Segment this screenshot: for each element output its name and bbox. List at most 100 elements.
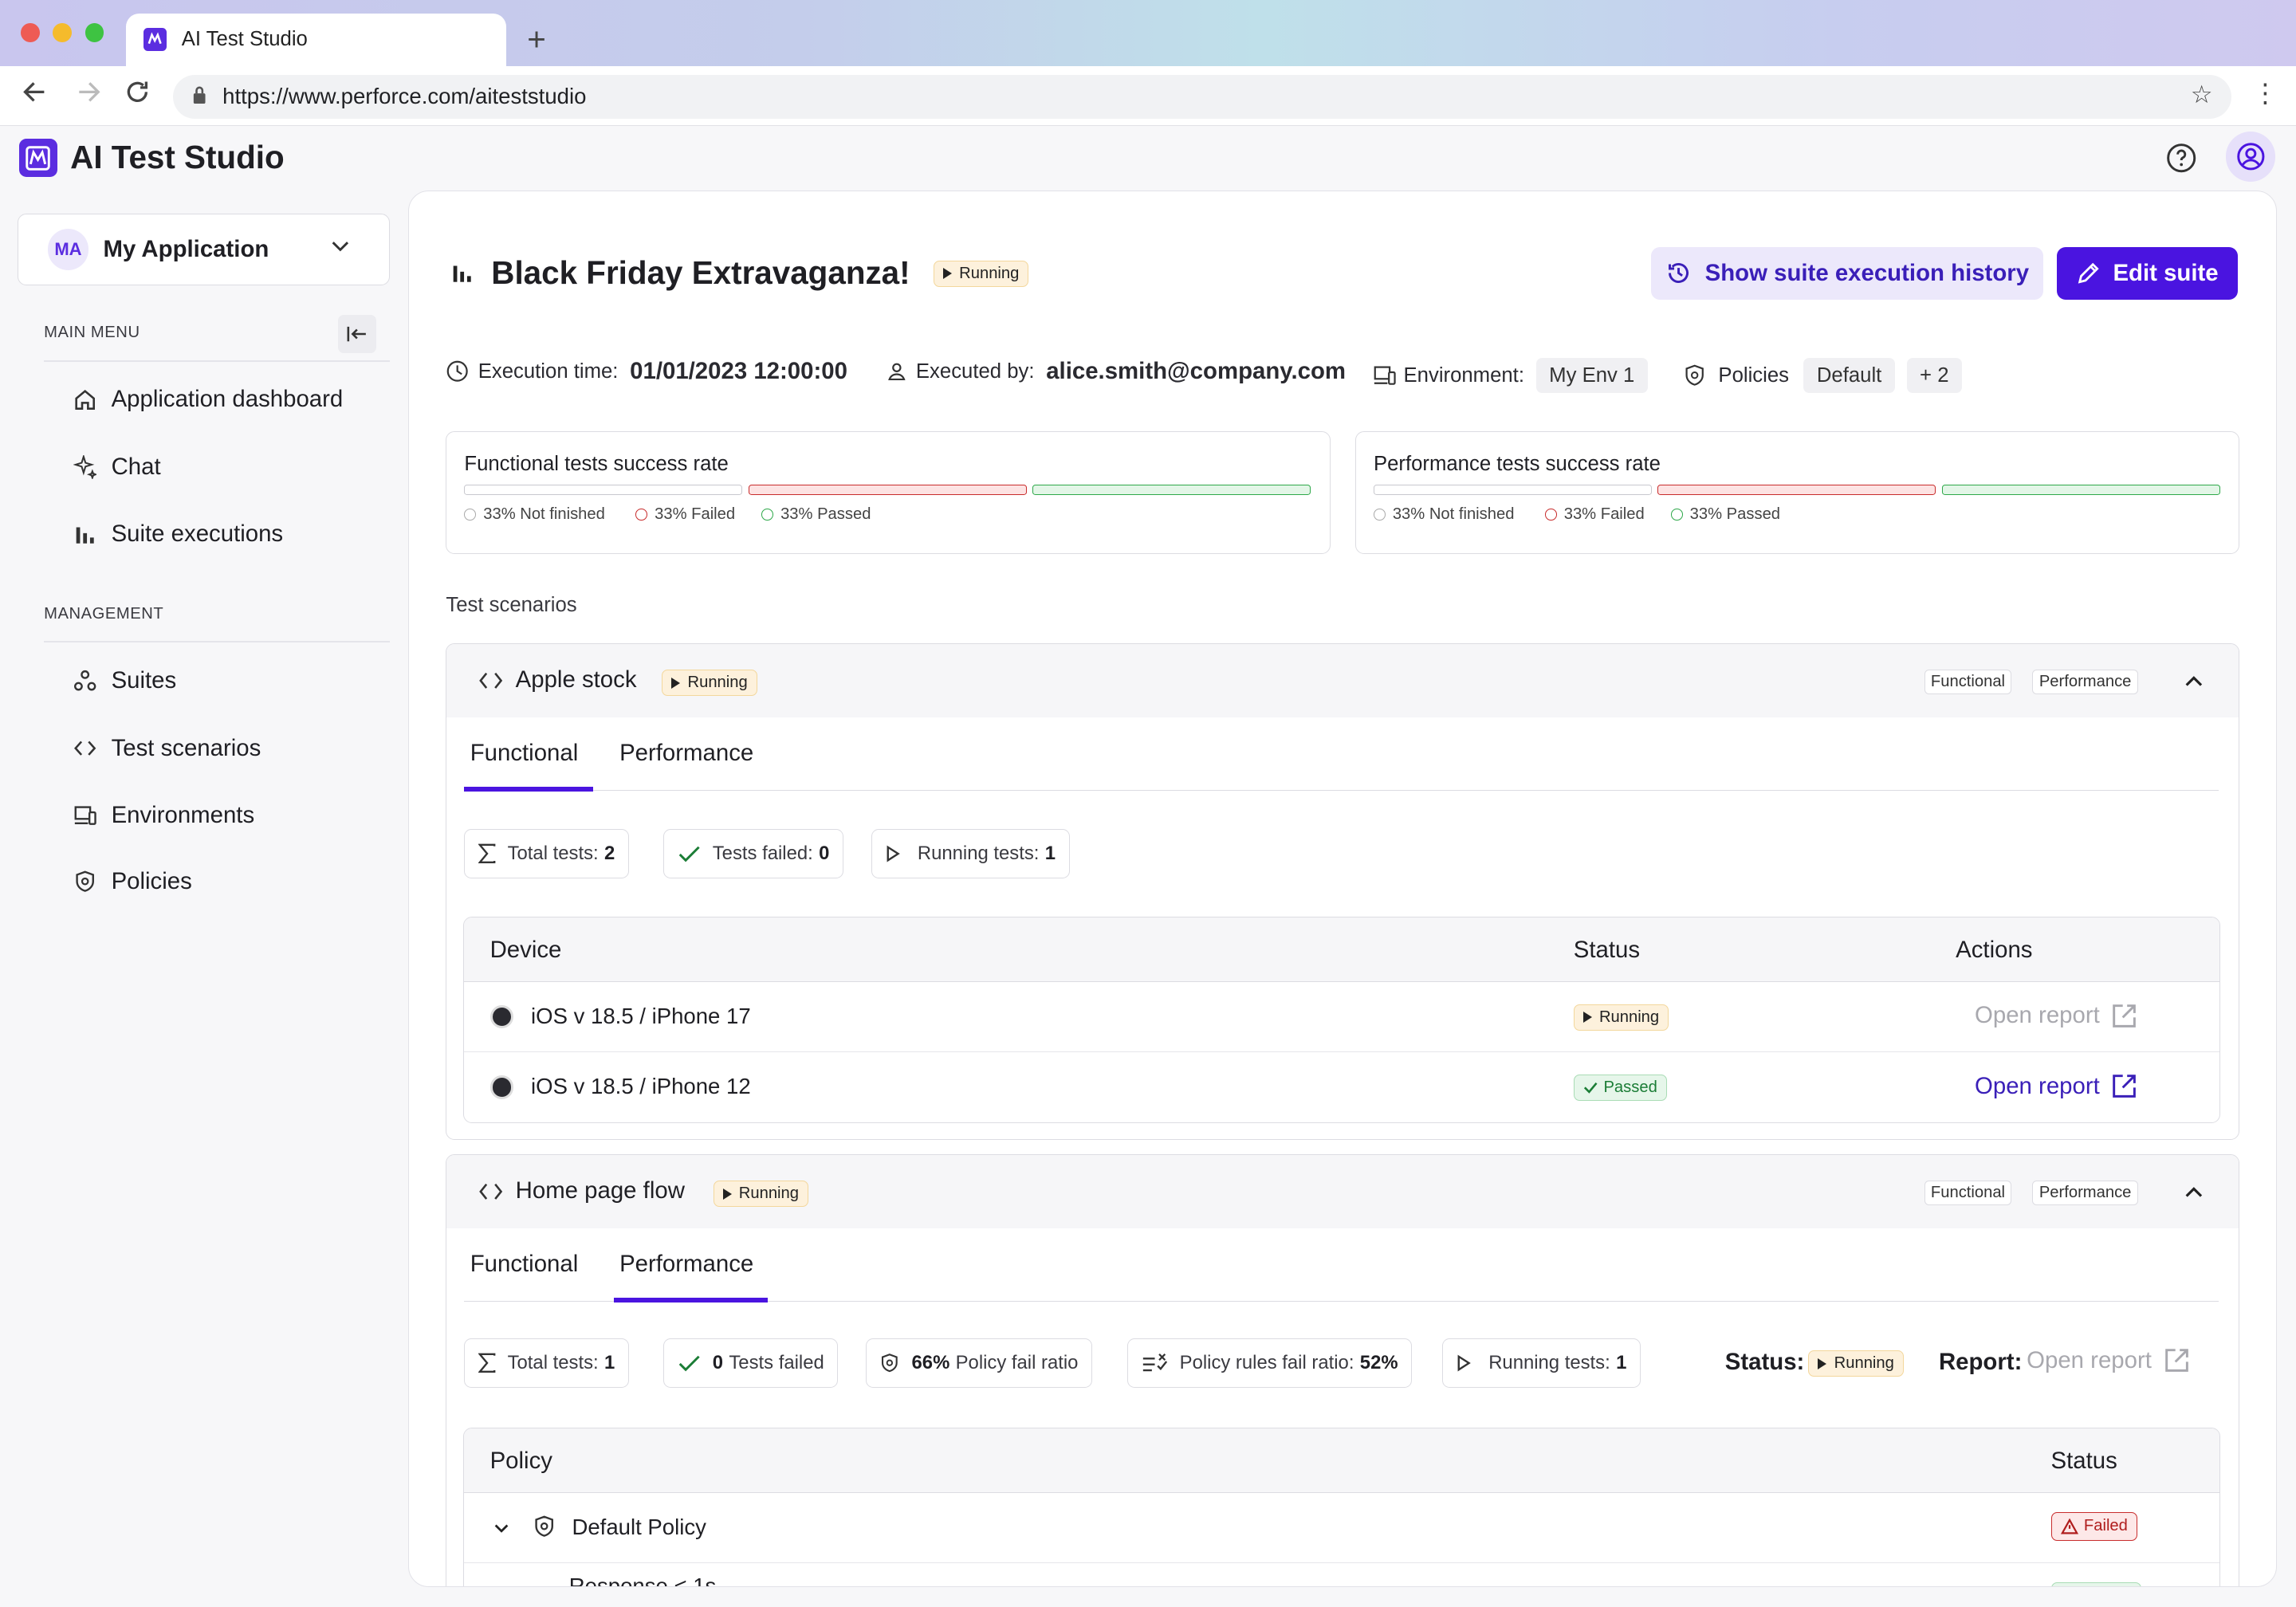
status-text: Passed: [1603, 1078, 1657, 1096]
policy-rules-fail-ratio-stat: Policy rules fail ratio: 52%: [1127, 1338, 1413, 1389]
tab-title: AI Test Studio: [181, 28, 308, 51]
functional-success-card: Functional tests success rate 33% Not fi…: [446, 430, 1331, 555]
divider: [44, 360, 390, 362]
user-account-button[interactable]: [2225, 132, 2276, 182]
link-label: Open report: [1975, 1002, 2100, 1029]
sidebar-item-application-dashboard[interactable]: Application dashboard: [73, 382, 343, 417]
scenario-name: Home page flow: [515, 1177, 685, 1204]
browser-menu-icon[interactable]: ⋮: [2252, 77, 2278, 109]
scenario-header[interactable]: Apple stock Running Functional Performan…: [446, 644, 2239, 718]
tag-functional: Functional: [1924, 669, 2012, 694]
code-icon: [478, 673, 502, 690]
stat-label: Tests failed:: [712, 842, 813, 864]
status-label: Status:: [1724, 1348, 1805, 1375]
tab-functional[interactable]: Functional: [470, 740, 579, 767]
main-panel: Black Friday Extravaganza! Running Show …: [408, 190, 2278, 1587]
table-row: iOS v 18.5 / iPhone 17 Running Open repo…: [463, 982, 2219, 1052]
column-header-device: Device: [489, 936, 562, 963]
table-header: Device Status Actions: [463, 917, 2219, 982]
stat-value: 1: [1616, 1352, 1627, 1374]
legend-label: 33% Failed: [655, 505, 736, 523]
failed-bar: [1657, 485, 1936, 495]
device-name: iOS v 18.5 / iPhone 12: [531, 1074, 751, 1099]
stat-value: 1: [604, 1352, 615, 1374]
chevron-up-icon[interactable]: [2184, 1183, 2204, 1200]
card-title: Functional tests success rate: [464, 452, 729, 475]
app-logo-icon: [18, 139, 57, 178]
edit-suite-button[interactable]: Edit suite: [2056, 246, 2239, 300]
minimize-window-button[interactable]: [53, 23, 72, 43]
status-text: Failed: [2083, 1517, 2128, 1535]
shield-icon: [535, 1515, 553, 1538]
sidebar-item-suite-executions[interactable]: Suite executions: [73, 517, 283, 552]
status-text: Running: [1834, 1354, 1894, 1373]
apple-icon: [489, 1005, 513, 1029]
sidebar-item-test-scenarios[interactable]: Test scenarios: [73, 731, 261, 766]
sidebar-item-label: Application dashboard: [111, 386, 344, 413]
tab-performance[interactable]: Performance: [619, 1251, 753, 1278]
apple-icon: [489, 1075, 513, 1099]
help-icon[interactable]: [2165, 142, 2197, 174]
devices-table: Device Status Actions iOS v 18.5 / iPhon…: [462, 916, 2220, 1123]
policy-chip[interactable]: Default: [1803, 358, 1895, 394]
environment-chip[interactable]: My Env 1: [1535, 358, 1648, 394]
bookmark-star-icon[interactable]: ☆: [2191, 81, 2213, 109]
table-row[interactable]: Default Policy Failed: [463, 1493, 2219, 1563]
sidebar-item-chat[interactable]: Chat: [73, 450, 161, 485]
chevron-up-icon[interactable]: [2184, 672, 2204, 690]
button-label: Edit suite: [2113, 259, 2219, 286]
history-icon: [1669, 263, 1689, 284]
stat-value: 0: [712, 1352, 724, 1374]
shield-icon: [76, 870, 94, 892]
sidebar-item-label: Test scenarios: [111, 734, 261, 761]
check-icon: [678, 846, 700, 862]
sigma-icon: [478, 1353, 496, 1373]
stat-value: 1: [1044, 842, 1056, 864]
sparkle-icon: [73, 455, 97, 479]
app-root: AI Test Studio + https://www.perforce.co…: [0, 0, 2296, 1607]
maximize-window-button[interactable]: [85, 23, 104, 43]
scenario-status-badge: Running: [662, 668, 757, 697]
scenario-header[interactable]: Home page flow Running Functional Perfor…: [446, 1155, 2239, 1229]
page-title: Black Friday Extravaganza!: [491, 253, 910, 291]
sidebar-item-environments[interactable]: Environments: [73, 798, 254, 833]
new-tab-button[interactable]: +: [527, 21, 546, 58]
total-tests-stat: Total tests: 2: [464, 828, 629, 879]
status-badge: Running: [1573, 1002, 1669, 1031]
not-finished-bar: [1373, 485, 1652, 495]
reload-icon[interactable]: [123, 77, 152, 107]
legend-label: 33% Failed: [1563, 505, 1645, 523]
active-tab-indicator: [464, 787, 593, 792]
forward-icon[interactable]: [73, 77, 103, 107]
application-selector[interactable]: MA My Application: [18, 214, 390, 286]
passed-bar: [1941, 485, 2220, 495]
play-outline-icon: [1457, 1354, 1471, 1372]
open-report-link-disabled: Open report: [2027, 1347, 2190, 1374]
chevron-down-icon[interactable]: [493, 1521, 510, 1535]
more-policies-chip[interactable]: + 2: [1906, 358, 1963, 394]
section-heading: Test scenarios: [446, 593, 577, 616]
sidebar-item-suites[interactable]: Suites: [73, 663, 176, 698]
tab-functional[interactable]: Functional: [470, 1251, 579, 1278]
sidebar-item-label: Suite executions: [111, 521, 284, 548]
active-tab-indicator: [613, 1298, 768, 1302]
collapse-sidebar-button[interactable]: [338, 314, 377, 353]
scenario-tabs: Functional Performance: [464, 717, 2219, 792]
tests-failed-stat: 0 Tests failed: [663, 1338, 839, 1389]
code-icon: [478, 1184, 502, 1200]
app-favicon-icon: [143, 27, 167, 52]
browser-tab[interactable]: AI Test Studio: [125, 13, 507, 66]
close-window-button[interactable]: [20, 23, 40, 43]
legend-not-finished: 33% Not finished: [1373, 505, 1514, 524]
back-icon[interactable]: [21, 77, 50, 107]
lock-icon: [193, 86, 206, 104]
url-field[interactable]: https://www.perforce.com/aiteststudio: [172, 74, 2232, 119]
app-header: AI Test Studio: [0, 125, 2296, 191]
sidebar-item-policies[interactable]: Policies: [73, 864, 192, 899]
show-history-button[interactable]: Show suite execution history: [1650, 246, 2044, 300]
open-report-link[interactable]: Open report: [1975, 1073, 2138, 1100]
status-badge: Failed: [2050, 1511, 2137, 1542]
legend-passed: 33% Passed: [761, 505, 871, 524]
legend-failed: 33% Failed: [635, 505, 735, 524]
tab-performance[interactable]: Performance: [619, 740, 753, 767]
